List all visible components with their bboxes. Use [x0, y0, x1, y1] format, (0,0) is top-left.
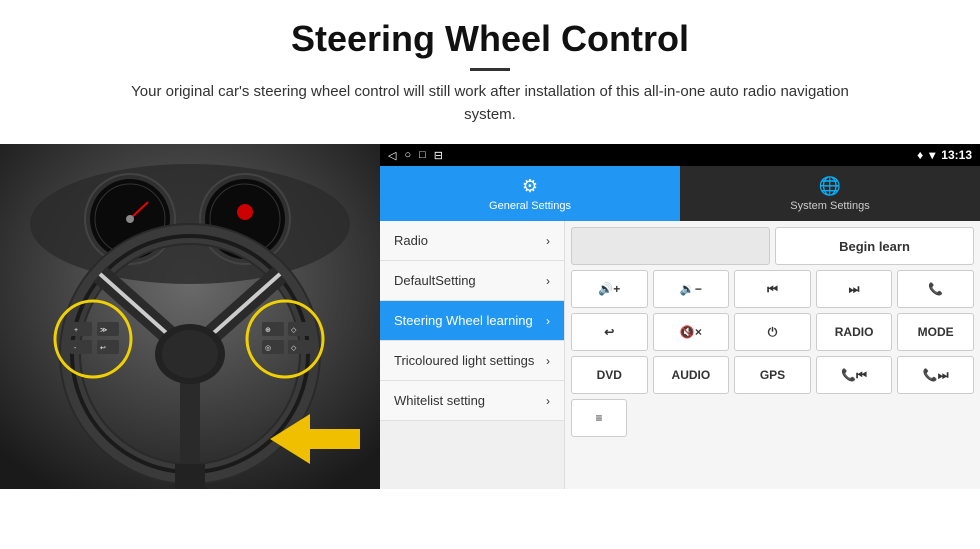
- header-section: Steering Wheel Control Your original car…: [0, 0, 980, 134]
- tab-system-settings[interactable]: 🌐 System Settings: [680, 166, 980, 221]
- menu-tricoloured-label: Tricoloured light settings: [394, 353, 534, 368]
- next-track-button[interactable]: ⏭: [816, 270, 893, 308]
- svg-text:⊕: ⊕: [265, 327, 271, 334]
- power-icon: ⏻: [768, 325, 778, 340]
- chevron-right-icon: ›: [546, 314, 550, 328]
- tab-general-label: General Settings: [489, 200, 571, 212]
- dvd-button[interactable]: DVD: [571, 356, 648, 394]
- main-content: Radio › DefaultSetting › Steering Wheel …: [380, 221, 980, 489]
- car-image-section: + - ≫ ↩ ⊕ ◎ ◇ ◇: [0, 144, 380, 489]
- status-bar: ◁ ○ □ ⊟ ♦ ▾ 13:13: [380, 144, 980, 166]
- signal-icon: ♦: [917, 148, 923, 162]
- chevron-right-icon: ›: [546, 234, 550, 248]
- tabs-row: ⚙ General Settings 🌐 System Settings: [380, 166, 980, 221]
- menu-item-radio[interactable]: Radio ›: [380, 221, 564, 261]
- control-panel: Begin learn 🔊+ 🔉− ⏮: [565, 221, 980, 489]
- svg-text:↩: ↩: [100, 345, 106, 352]
- menu-nav-icon[interactable]: ⊟: [434, 149, 443, 162]
- back-nav-icon[interactable]: ◁: [388, 149, 396, 162]
- mute-icon: 🔇×: [680, 325, 702, 339]
- volume-up-button[interactable]: 🔊+: [571, 270, 648, 308]
- status-bar-right: ♦ ▾ 13:13: [917, 148, 972, 162]
- phone-prev-icon: 📞⏮: [841, 368, 867, 383]
- gps-button[interactable]: GPS: [734, 356, 811, 394]
- control-row-1: Begin learn: [571, 227, 974, 265]
- prev-track-icon: ⏮: [767, 282, 778, 297]
- phone-button[interactable]: 📞: [897, 270, 974, 308]
- volume-up-icon: 🔊+: [598, 282, 620, 296]
- power-button[interactable]: ⏻: [734, 313, 811, 351]
- radio-label: RADIO: [835, 325, 874, 339]
- back-button[interactable]: ↩: [571, 313, 648, 351]
- menu-item-whitelist[interactable]: Whitelist setting ›: [380, 381, 564, 421]
- subtitle-text: Your original car's steering wheel contr…: [115, 81, 865, 126]
- gps-label: GPS: [760, 368, 785, 382]
- menu-item-steering-wheel[interactable]: Steering Wheel learning ›: [380, 301, 564, 341]
- list-icon: ≡: [595, 411, 602, 425]
- svg-text:◇: ◇: [291, 345, 297, 352]
- empty-placeholder: [571, 227, 770, 265]
- menu-steering-label: Steering Wheel learning: [394, 313, 533, 328]
- chevron-right-icon: ›: [546, 394, 550, 408]
- tab-general-settings[interactable]: ⚙ General Settings: [380, 166, 680, 221]
- volume-down-icon: 🔉−: [680, 282, 702, 296]
- list-button[interactable]: ≡: [571, 399, 627, 437]
- mode-button[interactable]: MODE: [897, 313, 974, 351]
- next-track-icon: ⏭: [849, 282, 860, 297]
- control-row-5: ≡: [571, 399, 974, 437]
- page-container: Steering Wheel Control Your original car…: [0, 0, 980, 549]
- chevron-right-icon: ›: [546, 274, 550, 288]
- control-row-2: 🔊+ 🔉− ⏮ ⏭ 📞: [571, 270, 974, 308]
- control-row-4: DVD AUDIO GPS 📞⏮ 📞⏭: [571, 356, 974, 394]
- gear-settings-icon: ⚙: [522, 176, 538, 197]
- time-display: 13:13: [941, 148, 972, 162]
- svg-text:+: +: [74, 327, 78, 334]
- mode-label: MODE: [918, 325, 954, 339]
- svg-text:◎: ◎: [265, 345, 271, 352]
- page-title: Steering Wheel Control: [40, 18, 940, 60]
- radio-mode-button[interactable]: RADIO: [816, 313, 893, 351]
- prev-track-button[interactable]: ⏮: [734, 270, 811, 308]
- phone-next-icon: 📞⏭: [923, 368, 949, 383]
- phone-next-button[interactable]: 📞⏭: [897, 356, 974, 394]
- menu-default-label: DefaultSetting: [394, 273, 476, 288]
- audio-button[interactable]: AUDIO: [653, 356, 730, 394]
- svg-text:◇: ◇: [291, 327, 297, 334]
- dvd-label: DVD: [597, 368, 622, 382]
- menu-list: Radio › DefaultSetting › Steering Wheel …: [380, 221, 565, 489]
- status-bar-left: ◁ ○ □ ⊟: [388, 149, 443, 162]
- content-row: + - ≫ ↩ ⊕ ◎ ◇ ◇: [0, 144, 980, 549]
- menu-radio-label: Radio: [394, 233, 428, 248]
- control-row-3: ↩ 🔇× ⏻ RADIO MODE: [571, 313, 974, 351]
- volume-down-button[interactable]: 🔉−: [653, 270, 730, 308]
- mute-button[interactable]: 🔇×: [653, 313, 730, 351]
- tab-system-label: System Settings: [790, 200, 869, 212]
- menu-item-default-setting[interactable]: DefaultSetting ›: [380, 261, 564, 301]
- menu-item-tricoloured[interactable]: Tricoloured light settings ›: [380, 341, 564, 381]
- menu-whitelist-label: Whitelist setting: [394, 393, 485, 408]
- back-icon: ↩: [604, 325, 614, 339]
- audio-label: AUDIO: [672, 368, 711, 382]
- square-nav-icon[interactable]: □: [419, 149, 426, 161]
- globe-icon: 🌐: [819, 176, 841, 197]
- begin-learn-button[interactable]: Begin learn: [775, 227, 974, 265]
- android-ui: ◁ ○ □ ⊟ ♦ ▾ 13:13 ⚙ General Settings: [380, 144, 980, 489]
- wifi-icon: ▾: [929, 148, 935, 162]
- chevron-right-icon: ›: [546, 354, 550, 368]
- home-nav-icon[interactable]: ○: [404, 149, 411, 161]
- title-divider: [470, 68, 510, 71]
- phone-icon: 📞: [928, 282, 943, 296]
- svg-text:≫: ≫: [100, 327, 107, 334]
- phone-prev-button[interactable]: 📞⏮: [816, 356, 893, 394]
